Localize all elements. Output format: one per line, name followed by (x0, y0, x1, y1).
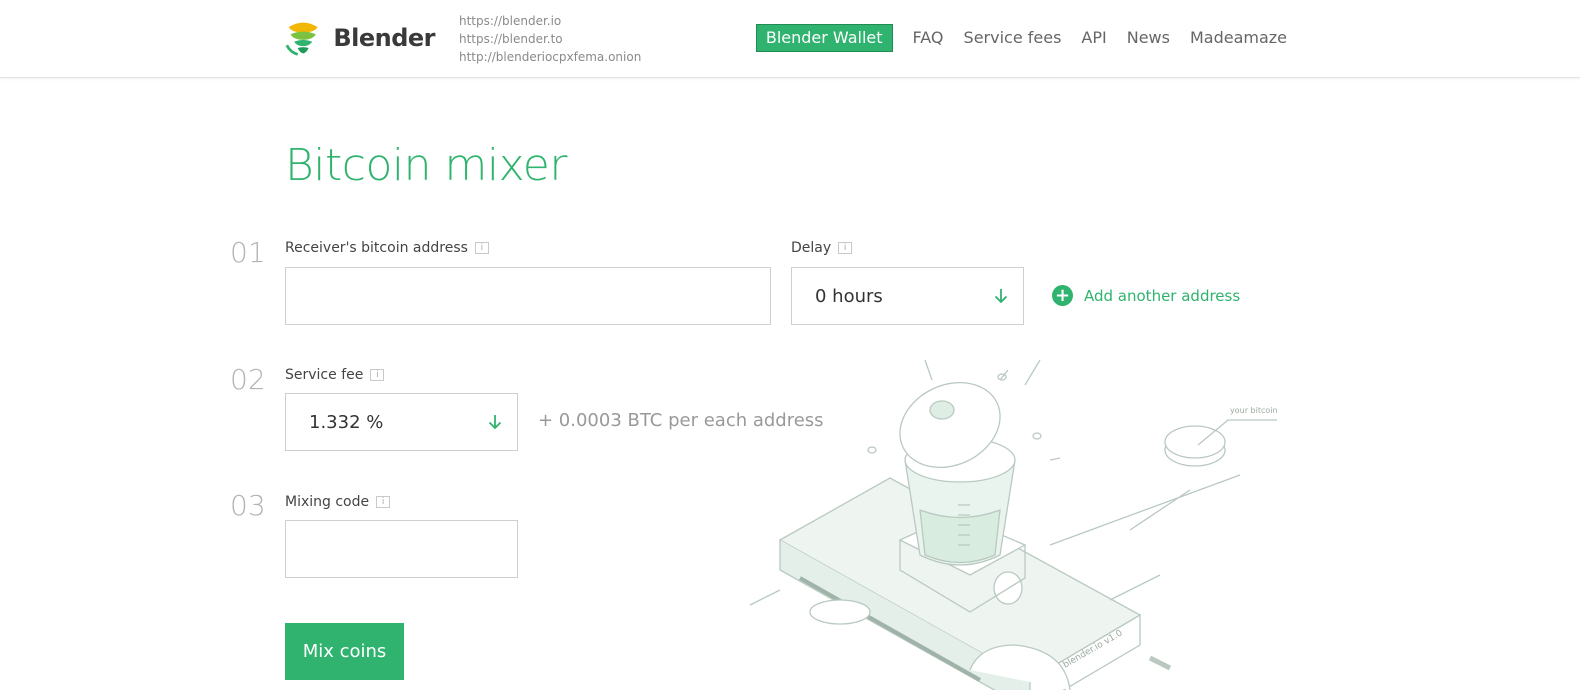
site-header: Blender https://blender.io https://blend… (0, 0, 1580, 78)
arrow-down-icon (994, 289, 1008, 304)
nav-blender-wallet[interactable]: Blender Wallet (755, 24, 893, 52)
nav-faq[interactable]: FAQ (913, 25, 944, 51)
mix-coins-button[interactable]: Mix coins (285, 623, 404, 680)
delay-select[interactable]: 0 hours (791, 267, 1024, 325)
info-icon[interactable]: i (370, 369, 385, 381)
address-label-text: Receiver's bitcoin address (285, 240, 468, 256)
blender-illustration: your bitcoin blender.io v1.0 (749, 359, 1278, 690)
logo-text: Blender (333, 24, 435, 52)
step-number-3: 03 (230, 489, 266, 522)
logo[interactable]: Blender (285, 16, 435, 60)
main-nav: Blender Wallet FAQ Service fees API News… (755, 24, 1287, 52)
add-address-label: Add another address (1084, 286, 1241, 305)
mirror-links: https://blender.io https://blender.to ht… (459, 12, 641, 66)
info-icon[interactable]: i (474, 242, 489, 254)
step-number-2: 02 (230, 363, 266, 396)
nav-api[interactable]: API (1081, 25, 1106, 51)
mixing-code-label-text: Mixing code (285, 494, 370, 510)
arrow-down-icon (488, 415, 502, 430)
nav-madeamaze[interactable]: Madeamaze (1190, 25, 1287, 51)
page-title: Bitcoin mixer (285, 140, 567, 191)
mirror-link-onion[interactable]: http://blenderiocpxfema.onion (459, 48, 641, 66)
add-address-button[interactable]: + Add another address (1052, 285, 1240, 306)
delay-label-text: Delay (791, 240, 832, 256)
delay-select-value: 0 hours (815, 285, 883, 307)
receiver-address-input[interactable] (285, 267, 771, 325)
mixing-code-input[interactable] (285, 520, 518, 578)
mixing-code-label: Mixing code i (285, 494, 391, 510)
mirror-link-io[interactable]: https://blender.io (459, 12, 641, 30)
service-fee-label-text: Service fee (285, 367, 364, 383)
nav-news[interactable]: News (1127, 25, 1170, 51)
delay-label: Delay i (791, 240, 853, 256)
step-number-1: 01 (230, 236, 266, 269)
address-label: Receiver's bitcoin address i (285, 240, 489, 256)
service-fee-label: Service fee i (285, 367, 385, 383)
info-icon[interactable]: i (376, 496, 391, 508)
service-fee-value: 1.332 % (309, 411, 384, 433)
info-icon[interactable]: i (838, 242, 853, 254)
coin-label: your bitcoin (1230, 406, 1278, 415)
service-fee-select[interactable]: 1.332 % (285, 393, 518, 451)
plus-circle-icon: + (1052, 285, 1073, 306)
nav-service-fees[interactable]: Service fees (964, 25, 1062, 51)
tornado-logo-icon (285, 22, 318, 56)
mirror-link-to[interactable]: https://blender.to (459, 30, 641, 48)
